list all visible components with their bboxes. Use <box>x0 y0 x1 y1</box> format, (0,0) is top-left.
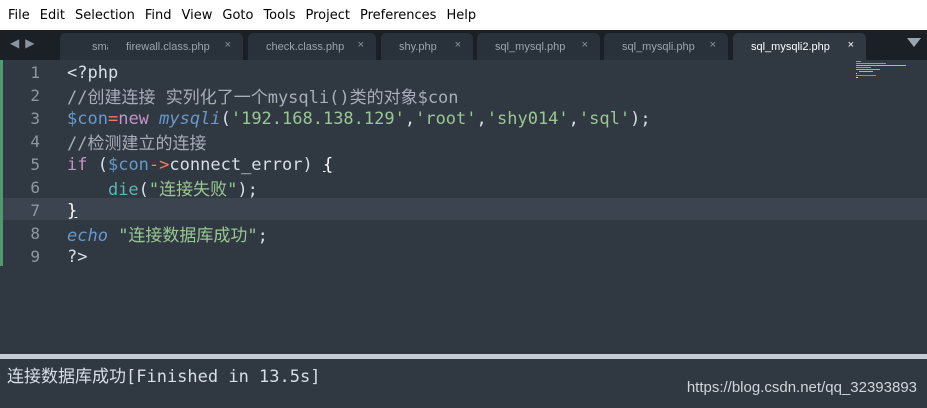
tab-check-class[interactable]: check.class.php × <box>248 33 376 60</box>
tab-list-dropdown-icon[interactable] <box>907 38 921 47</box>
line-number: 9 <box>30 247 40 266</box>
line-number: 3 <box>30 109 40 128</box>
code-line: 5 if ($con->connect_error) { <box>0 153 333 176</box>
code-text: die("连接失败"); <box>107 180 258 200</box>
code-line-current: 7 } <box>0 199 77 222</box>
code-line: 3 $con=new mysqli('192.168.138.129','roo… <box>0 107 650 130</box>
build-output-text: 连接数据库成功[Finished in 13.5s] <box>7 367 321 387</box>
code-line: 6 die("连接失败"); <box>0 176 258 200</box>
code-text: ?> <box>67 246 88 267</box>
code-editor[interactable]: 1 <?php 2 //创建连接 实列化了一个mysqli()类的对象$con … <box>0 60 927 354</box>
code-text: $con=new mysqli('192.168.138.129','root'… <box>67 108 651 129</box>
line-number: 6 <box>30 178 40 197</box>
line-number: 7 <box>30 201 40 220</box>
menu-file[interactable]: File <box>4 8 34 23</box>
code-comment: //创建连接 实列化了一个mysqli()类的对象$con <box>67 88 459 108</box>
watermark: https://blog.csdn.net/qq_32393893 <box>686 379 917 396</box>
tab-shy[interactable]: shy.php × <box>381 33 473 60</box>
menu-view[interactable]: View <box>178 8 217 23</box>
tab-label: sql_mysqli2.php <box>751 40 830 53</box>
menu-project[interactable]: Project <box>301 8 353 23</box>
tab-bar: ◀▶ sma firewall.class.php × check.class.… <box>0 30 927 60</box>
code-line: 4 //检测建立的连接 <box>0 130 206 154</box>
menu-selection[interactable]: Selection <box>71 8 139 23</box>
menu-bar: File Edit Selection Find View Goto Tools… <box>0 0 927 30</box>
menu-find[interactable]: Find <box>141 8 176 23</box>
tab-sql-mysqli[interactable]: sql_mysqli.php × <box>604 33 728 60</box>
menu-help[interactable]: Help <box>442 8 480 23</box>
menu-preferences[interactable]: Preferences <box>356 8 440 23</box>
current-line-highlight <box>3 198 927 220</box>
code-text: } <box>67 200 78 221</box>
minimap[interactable] <box>856 60 916 80</box>
close-icon[interactable]: × <box>455 39 461 51</box>
code-text: if ($con->connect_error) { <box>67 154 334 175</box>
menu-goto[interactable]: Goto <box>218 8 257 23</box>
tab-label: firewall.class.php <box>126 40 210 53</box>
tab-sql-mysqli2[interactable]: sql_mysqli2.php × <box>733 33 866 60</box>
close-icon[interactable]: × <box>358 39 364 51</box>
tab-label: shy.php <box>399 40 437 53</box>
code-line: 2 //创建连接 实列化了一个mysqli()类的对象$con <box>0 84 458 108</box>
tab-nav-arrows-icon[interactable]: ◀▶ <box>10 36 40 50</box>
tab-label: sql_mysql.php <box>495 40 566 53</box>
close-icon[interactable]: × <box>225 39 231 51</box>
code-comment: //检测建立的连接 <box>67 134 207 154</box>
close-icon[interactable]: × <box>848 39 854 51</box>
close-icon[interactable]: × <box>710 39 716 51</box>
code-line: 9 ?> <box>0 245 87 268</box>
tab-sql-mysql[interactable]: sql_mysql.php × <box>477 33 600 60</box>
menu-edit[interactable]: Edit <box>36 8 69 23</box>
tab-firewall-class[interactable]: firewall.class.php × <box>108 33 243 60</box>
line-number: 1 <box>30 63 40 82</box>
code-text: echo "连接数据库成功"; <box>67 226 268 246</box>
close-icon[interactable]: × <box>582 39 588 51</box>
code-line: 8 echo "连接数据库成功"; <box>0 222 268 246</box>
menu-tools[interactable]: Tools <box>259 8 299 23</box>
build-output-panel: 连接数据库成功[Finished in 13.5s] https://blog.… <box>0 359 927 408</box>
line-number: 8 <box>30 224 40 243</box>
tab-label: sql_mysqli.php <box>622 40 695 53</box>
code-text: <?php <box>67 62 119 83</box>
line-number: 5 <box>30 155 40 174</box>
code-line: 1 <?php <box>0 61 118 84</box>
line-number: 2 <box>30 86 40 105</box>
line-number: 4 <box>30 132 40 151</box>
tab-label: check.class.php <box>266 40 345 53</box>
